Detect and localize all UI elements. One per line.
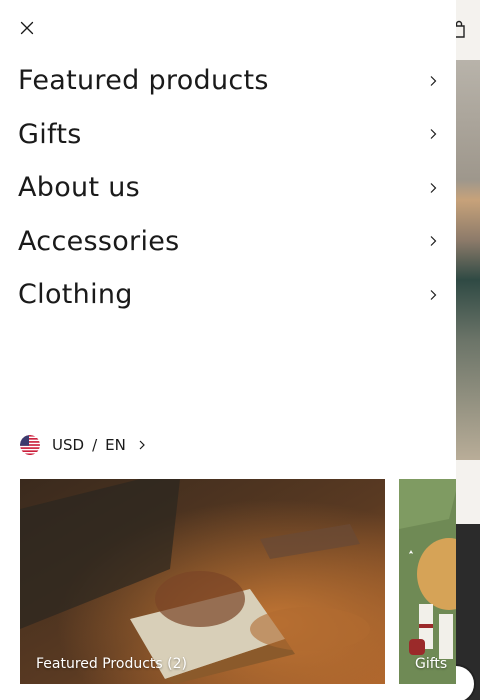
menu-item-label: Gifts [18, 118, 82, 150]
menu-item-accessories[interactable]: Accessories [0, 215, 456, 269]
chevron-right-icon [430, 289, 437, 300]
menu-item-label: About us [18, 172, 140, 204]
menu-item-featured-products[interactable]: Featured products [0, 54, 456, 108]
close-button[interactable] [14, 15, 40, 41]
menu-item-clothing[interactable]: Clothing [0, 268, 456, 322]
menu-item-label: Clothing [18, 279, 133, 311]
menu-item-label: Accessories [18, 225, 180, 257]
menu-list: Featured products Gifts About us Accesso… [0, 54, 456, 322]
card-featured-products[interactable]: Featured Products (2) [20, 479, 385, 684]
card-image [399, 479, 456, 684]
chevron-right-icon [430, 129, 437, 140]
locale-separator: / [92, 436, 98, 454]
menu-item-label: Featured products [18, 65, 269, 97]
close-icon [20, 21, 34, 35]
chevron-right-icon [430, 75, 437, 86]
card-image [20, 479, 385, 684]
collection-cards: Featured Products (2) Gifts [20, 479, 456, 684]
currency-label: USD [52, 436, 85, 454]
menu-item-about-us[interactable]: About us [0, 161, 456, 215]
card-label: Featured Products (2) [36, 656, 187, 672]
us-flag-icon [20, 435, 40, 455]
menu-item-gifts[interactable]: Gifts [0, 108, 456, 162]
menu-drawer: Featured products Gifts About us Accesso… [0, 0, 456, 700]
locale-selector[interactable]: USD / EN [20, 434, 146, 456]
chevron-right-icon [430, 236, 437, 247]
card-gifts[interactable]: Gifts [399, 479, 456, 684]
language-label: EN [105, 436, 126, 454]
card-label: Gifts [415, 656, 448, 672]
chevron-right-icon [139, 440, 145, 450]
background-hero-image [456, 60, 480, 460]
chevron-right-icon [430, 182, 437, 193]
